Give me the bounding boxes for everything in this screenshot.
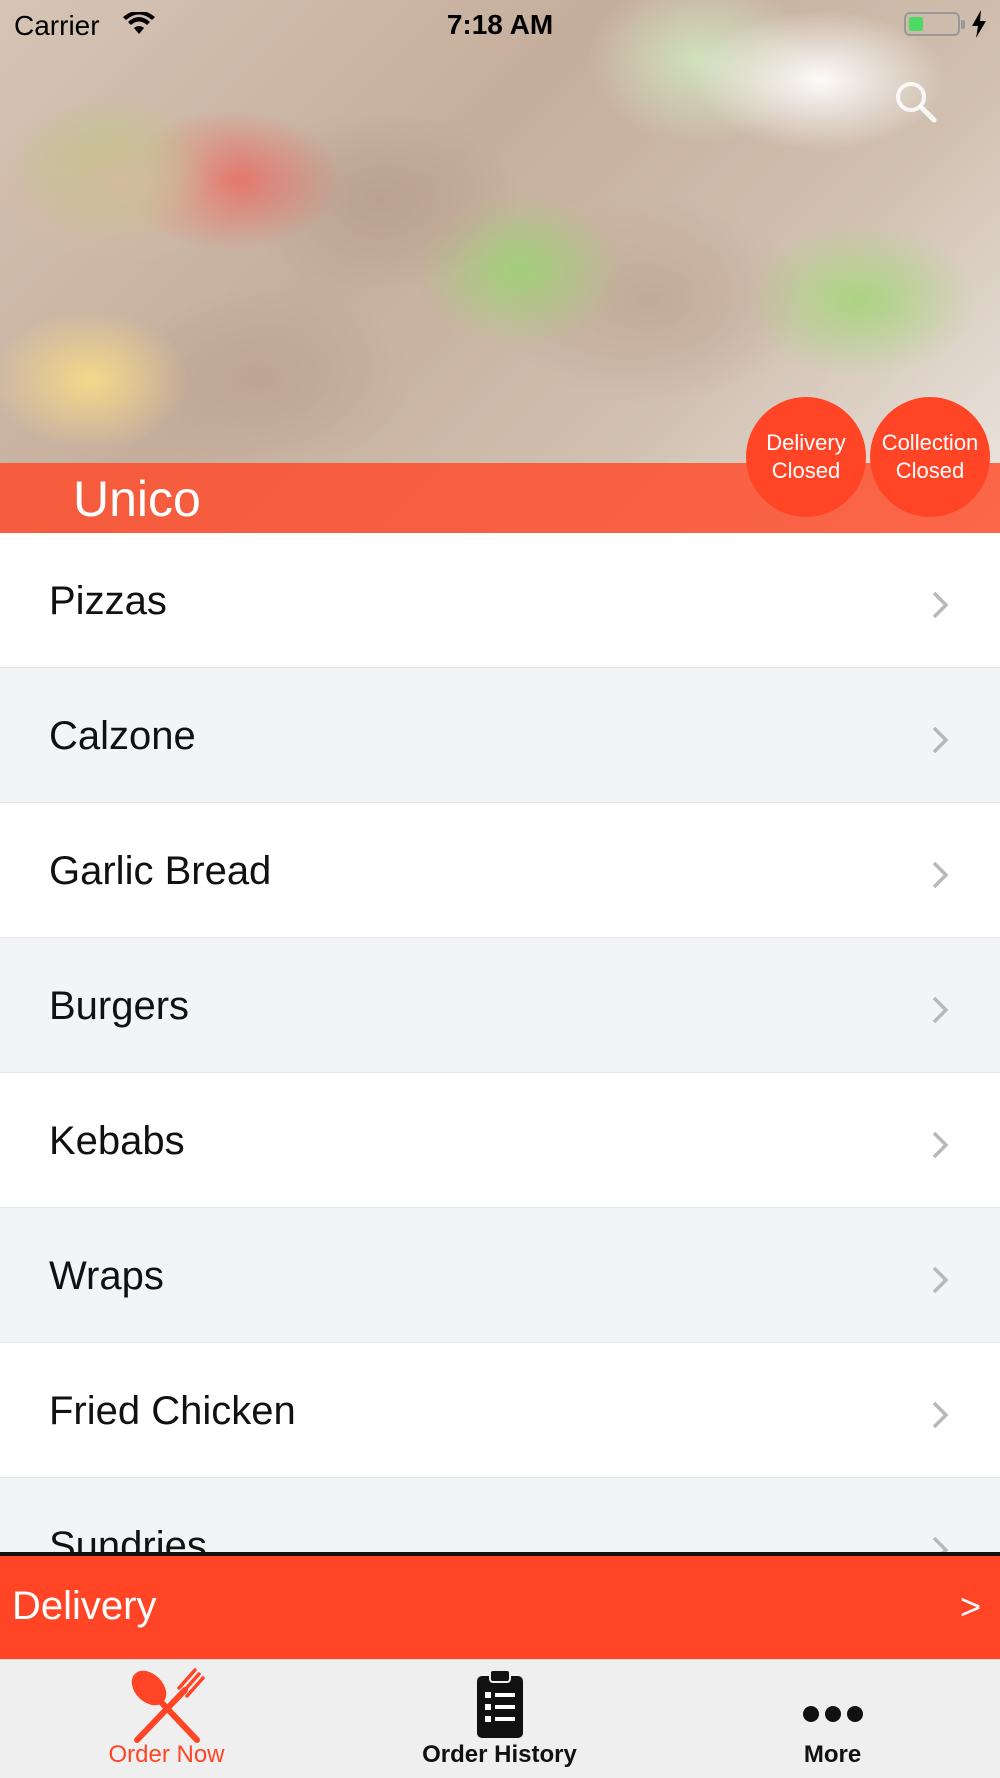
more-dots-icon	[802, 1706, 863, 1722]
status-time: 7:18 AM	[446, 9, 554, 40]
menu-item-burgers[interactable]: Burgers	[0, 938, 1000, 1073]
fork-knife-icon	[131, 1668, 205, 1743]
delivery-status-badge: Delivery Closed	[746, 397, 866, 517]
chevron-right-icon	[932, 726, 949, 754]
collection-status-badge: Collection Closed	[870, 397, 990, 517]
menu-item-label: Sundries	[49, 1524, 207, 1553]
tab-order-history[interactable]: Order History	[333, 1660, 666, 1778]
menu-item-sundries[interactable]: Sundries	[0, 1478, 1000, 1553]
status-bar: Carrier 7:18 AM	[0, 0, 1000, 50]
collection-badge-line1: Collection	[881, 430, 979, 455]
menu-item-label: Wraps	[49, 1254, 164, 1298]
chevron-right-icon	[932, 1401, 949, 1429]
tab-label: More	[803, 1741, 862, 1768]
menu-category-list[interactable]: Pizzas Calzone Garlic Bread Burgers Keba…	[0, 533, 1000, 1553]
menu-item-label: Garlic Bread	[49, 849, 272, 893]
delivery-badge-line2: Closed	[771, 458, 841, 483]
clipboard-list-icon	[476, 1669, 523, 1738]
chevron-right-icon	[932, 1266, 949, 1294]
tab-bar: Order Now Order History More	[0, 1659, 1000, 1778]
menu-item-kebabs[interactable]: Kebabs	[0, 1073, 1000, 1208]
tab-label: Order Now	[108, 1741, 225, 1768]
menu-item-label: Calzone	[49, 714, 196, 758]
menu-item-wraps[interactable]: Wraps	[0, 1208, 1000, 1343]
menu-item-fried-chicken[interactable]: Fried Chicken	[0, 1343, 1000, 1478]
chevron-right-icon	[932, 996, 949, 1024]
charging-bolt-icon	[972, 10, 986, 38]
battery-icon	[904, 12, 965, 36]
menu-item-label: Pizzas	[49, 579, 167, 623]
delivery-badge-line1: Delivery	[766, 430, 846, 455]
menu-item-pizzas[interactable]: Pizzas	[0, 533, 1000, 668]
tab-order-now[interactable]: Order Now	[0, 1660, 333, 1778]
search-icon[interactable]	[892, 78, 938, 124]
collection-badge-line2: Closed	[895, 458, 965, 483]
chevron-right-icon	[932, 591, 949, 619]
tab-label: Order History	[422, 1741, 577, 1768]
tab-more[interactable]: More	[666, 1660, 999, 1778]
restaurant-name: Unico	[73, 471, 201, 527]
menu-item-label: Fried Chicken	[49, 1389, 296, 1433]
menu-item-label: Kebabs	[49, 1119, 185, 1163]
menu-item-label: Burgers	[49, 984, 190, 1028]
delivery-mode-bar[interactable]: Delivery >	[0, 1556, 1000, 1659]
menu-item-calzone[interactable]: Calzone	[0, 668, 1000, 803]
chevron-right-icon	[932, 1131, 949, 1159]
chevron-right-icon	[932, 1536, 949, 1553]
delivery-mode-label: Delivery	[12, 1584, 157, 1628]
delivery-arrow: >	[960, 1586, 982, 1627]
chevron-right-icon	[932, 861, 949, 889]
menu-item-garlic-bread[interactable]: Garlic Bread	[0, 803, 1000, 938]
